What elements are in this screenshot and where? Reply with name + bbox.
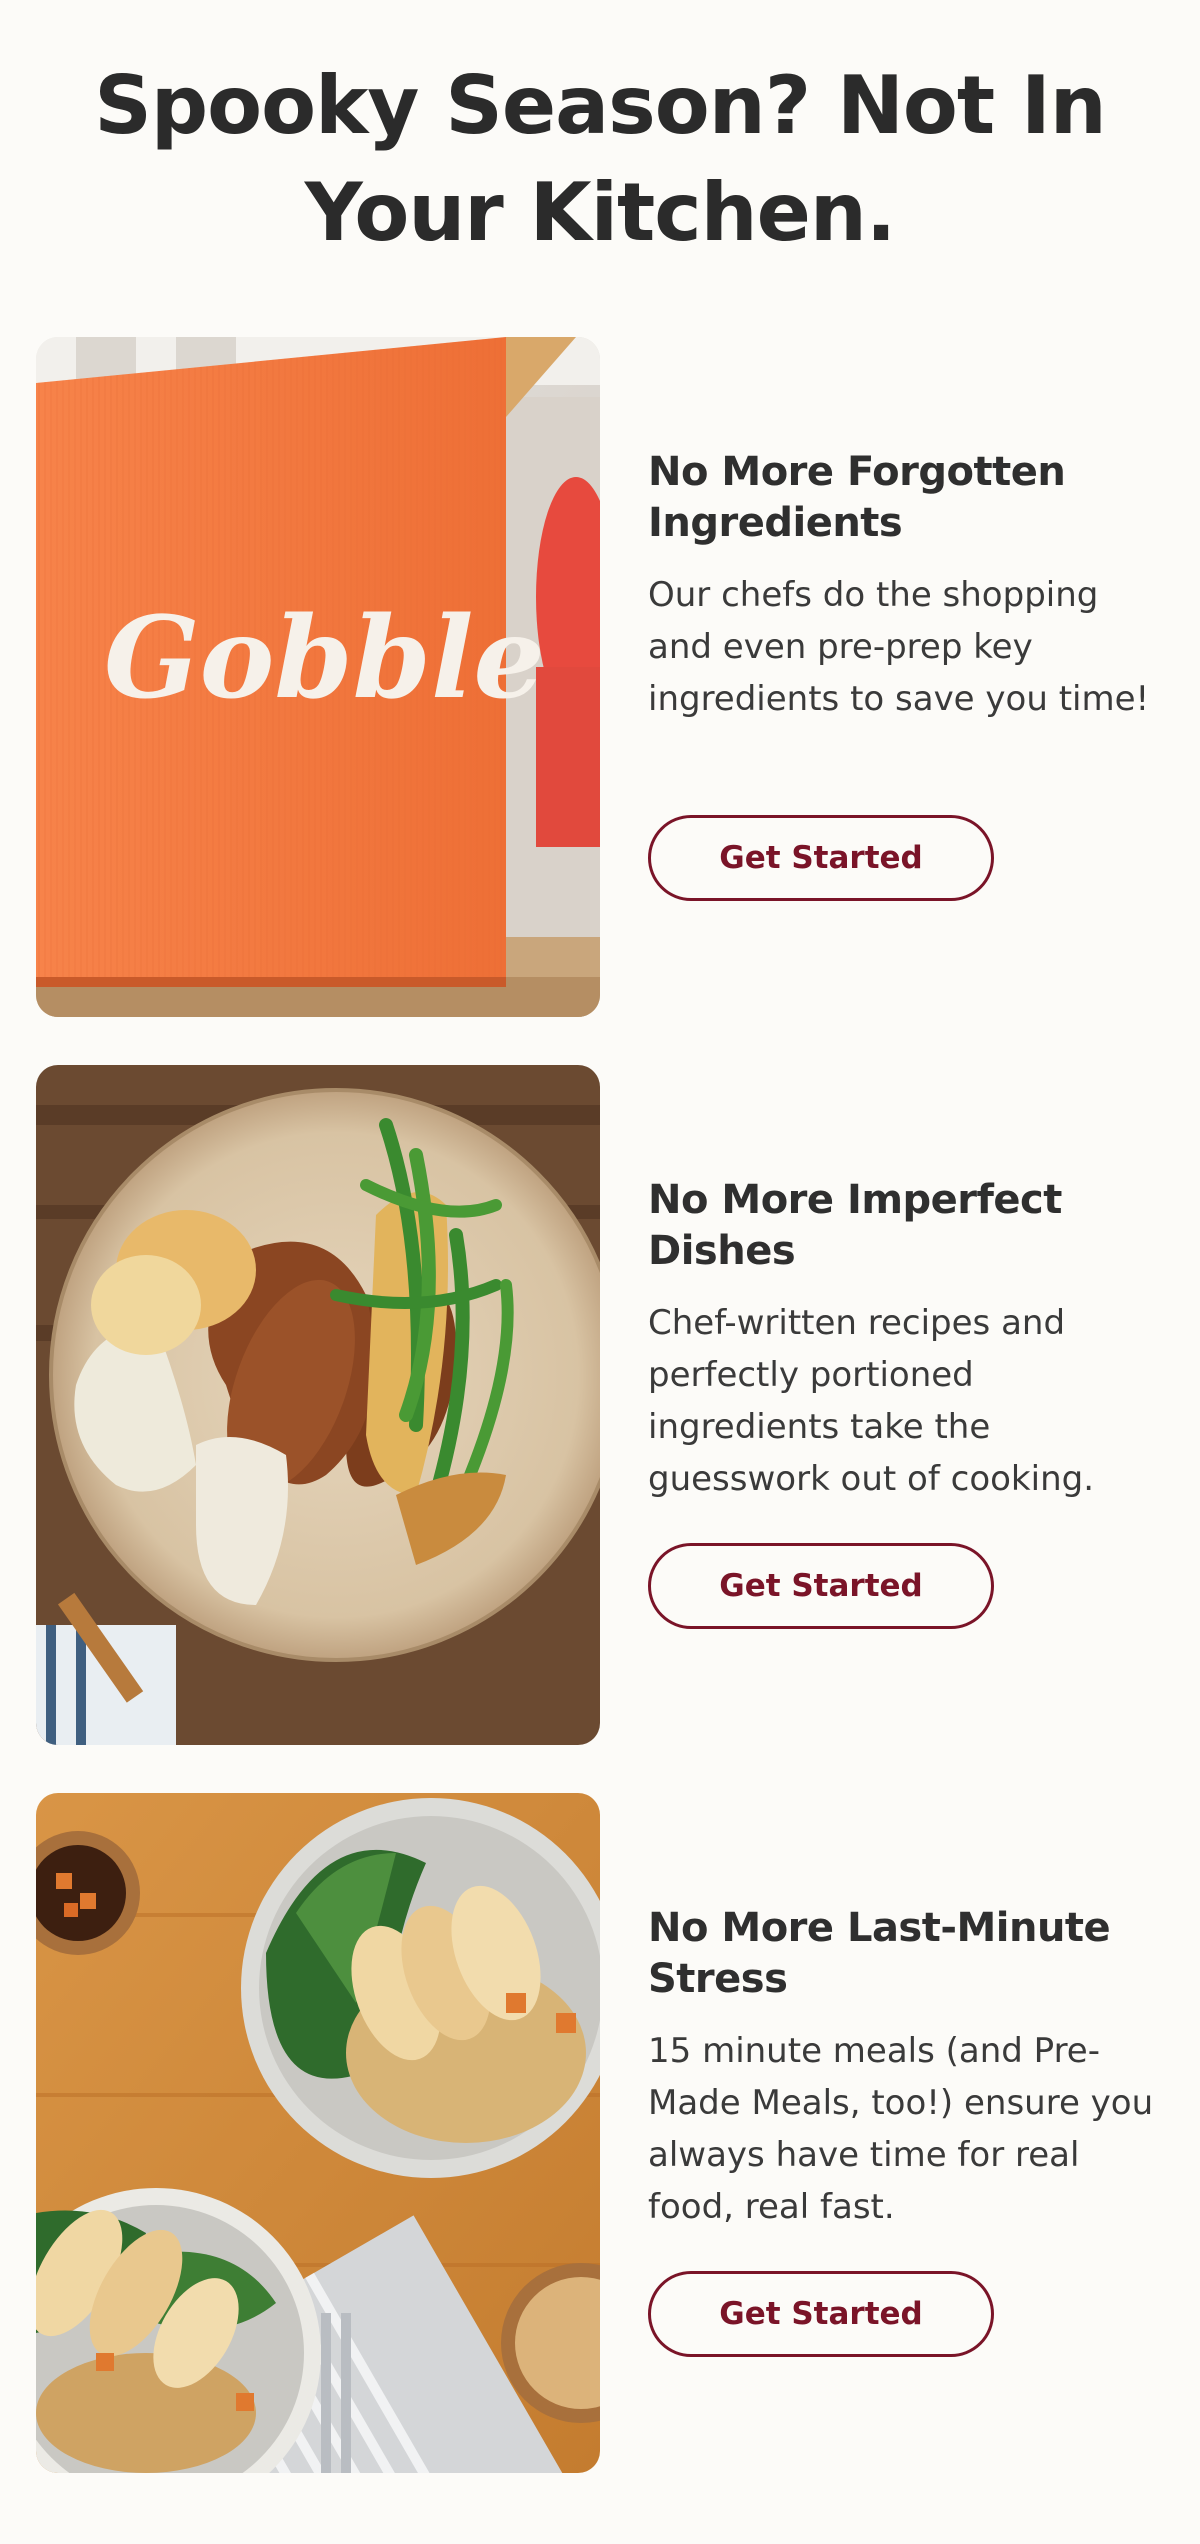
- feature-description: Our chefs do the shopping and even pre-p…: [648, 575, 1150, 719]
- chicken-rice-plates-illustration: [36, 1793, 600, 2473]
- feature-last-minute-stress: No More Last-Minute Stress 15 minute mea…: [36, 1793, 1164, 2473]
- pork-chop-plate-illustration: [36, 1065, 600, 1745]
- get-started-button[interactable]: Get Started: [648, 2271, 994, 2357]
- gobble-logo-text: Gobble: [104, 593, 545, 724]
- feature-description: Chef-written recipes and perfectly porti…: [648, 1303, 1095, 1499]
- feature-text: No More Last-Minute Stress 15 minute mea…: [648, 1793, 1168, 2473]
- feature-title: No More Last-Minute Stress: [648, 1905, 1111, 2002]
- page-headline: Spooky Season? Not In Your Kitchen.: [94, 59, 1106, 259]
- get-started-button[interactable]: Get Started: [648, 815, 994, 901]
- meal-kit-box-illustration: Gobble: [36, 337, 600, 1017]
- feature-forgotten-ingredients: Gobble No More Forgotten Ingredients Our…: [36, 337, 1164, 1017]
- feature-text: No More Forgotten Ingredients Our chefs …: [648, 337, 1168, 1017]
- chicken-rice-plates-image: [36, 1793, 600, 2473]
- feature-imperfect-dishes: No More Imperfect Dishes Chef-written re…: [36, 1065, 1164, 1745]
- feature-title: No More Imperfect Dishes: [648, 1177, 1062, 1274]
- pork-chop-plate-image: [36, 1065, 600, 1745]
- feature-title: No More Forgotten Ingredients: [648, 449, 1066, 546]
- feature-description: 15 minute meals (and Pre-Made Meals, too…: [648, 2031, 1154, 2227]
- get-started-button[interactable]: Get Started: [648, 1543, 994, 1629]
- meal-kit-box-image: Gobble: [36, 337, 600, 1017]
- feature-text: No More Imperfect Dishes Chef-written re…: [648, 1065, 1168, 1745]
